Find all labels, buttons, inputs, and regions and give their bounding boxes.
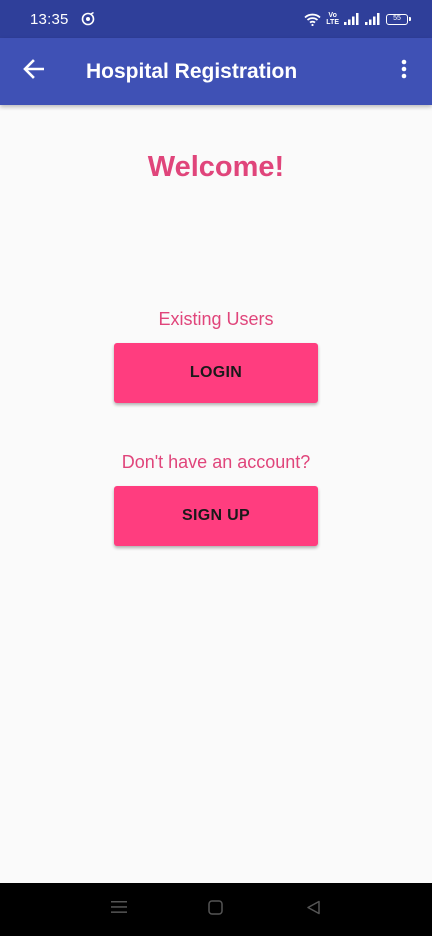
system-back-button[interactable] xyxy=(293,890,333,930)
volte-top-text: Vo xyxy=(328,12,337,19)
sign-up-button[interactable]: SIGN UP xyxy=(114,486,318,546)
volte-indicator: Vo LTE xyxy=(326,12,339,26)
status-indicators: Vo LTE 55 xyxy=(304,12,411,26)
login-button[interactable]: LOGIN xyxy=(114,343,318,403)
no-account-label: Don't have an account? xyxy=(121,452,311,472)
battery-level: 55 xyxy=(393,15,401,22)
status-time: 13:35 xyxy=(30,10,69,28)
overflow-menu-button[interactable] xyxy=(376,38,432,105)
volte-bottom-text: LTE xyxy=(326,19,339,26)
existing-users-label: Existing Users xyxy=(158,309,274,329)
recents-button[interactable] xyxy=(99,890,139,930)
page-title: Hospital Registration xyxy=(86,59,298,83)
screen: 13:35 Vo LTE 55 Hospital Registration We… xyxy=(0,0,432,936)
wifi-icon xyxy=(304,13,321,26)
signal-icon xyxy=(344,13,360,25)
notification-app-icon xyxy=(81,12,95,26)
main-content: Welcome! Existing Users LOGIN Don't have… xyxy=(0,105,432,883)
system-nav-bar xyxy=(0,883,432,936)
menu-icon xyxy=(110,900,127,919)
status-bar: 13:35 Vo LTE 55 xyxy=(0,0,432,38)
home-square-icon xyxy=(208,899,224,920)
welcome-heading: Welcome! xyxy=(147,151,285,183)
app-bar: Hospital Registration xyxy=(0,38,432,105)
signal-icon xyxy=(365,13,381,25)
back-triangle-icon xyxy=(306,900,321,920)
battery-icon: 55 xyxy=(386,13,411,25)
arrow-back-icon xyxy=(23,59,45,84)
back-button[interactable] xyxy=(0,38,68,105)
more-vert-icon xyxy=(401,59,407,84)
home-button[interactable] xyxy=(196,890,236,930)
